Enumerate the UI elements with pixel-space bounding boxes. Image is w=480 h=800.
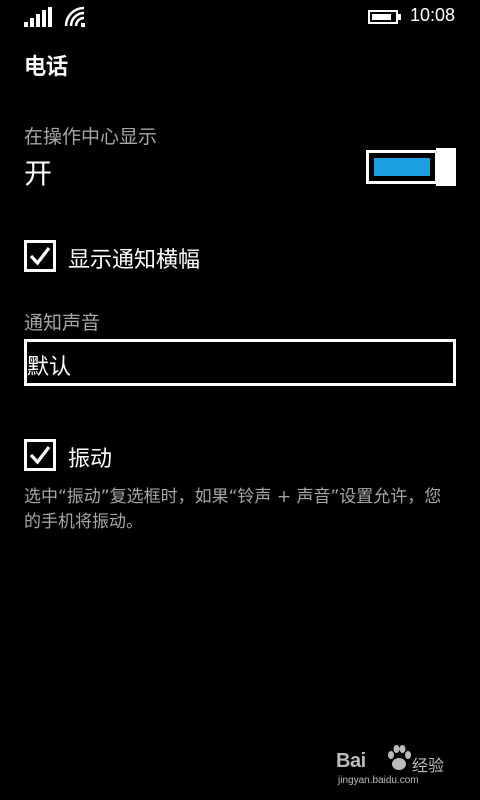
toggle-track [366,150,438,184]
toggle-thumb[interactable] [436,148,456,186]
watermark-url: jingyan.baidu.com [338,775,419,786]
status-bar: 10:08 [0,0,480,32]
action-center-state-text: 开 [24,157,53,190]
vibrate-label: 振动 [68,447,113,472]
battery-icon [368,10,401,24]
action-center-label: 在操作中心显示 [24,126,158,148]
show-banner-label: 显示通知横幅 [68,248,201,273]
vibrate-checkbox[interactable] [24,439,56,471]
show-banner-checkbox[interactable] [24,240,56,272]
notification-sound-picker[interactable]: 默认 [24,339,456,386]
checkmark-icon [29,247,51,266]
action-center-toggle[interactable] [366,148,456,186]
baidu-jingyan-watermark: Bai 经验 jingyan.baidu.com [336,744,456,792]
status-time: 10:08 [410,5,456,25]
vibrate-row[interactable]: 振动 [24,439,456,473]
toggle-fill [374,158,430,176]
signal-strength-icon [24,7,52,27]
wifi-icon [64,6,85,27]
page-title: 电话 [24,55,69,80]
notification-sound-value: 默认 [27,355,72,380]
show-banner-row[interactable]: 显示通知横幅 [24,240,456,274]
watermark-brand: Bai [336,750,366,772]
vibrate-help-text: 选中“振动”复选框时，如果“铃声 + 声音”设置允许，您的手机将振动。 [24,487,442,532]
checkmark-icon [29,446,51,465]
baidu-paw-logo-icon [388,745,411,770]
watermark-jingyan: 经验 [412,756,445,775]
notification-sound-label: 通知声音 [24,312,101,334]
